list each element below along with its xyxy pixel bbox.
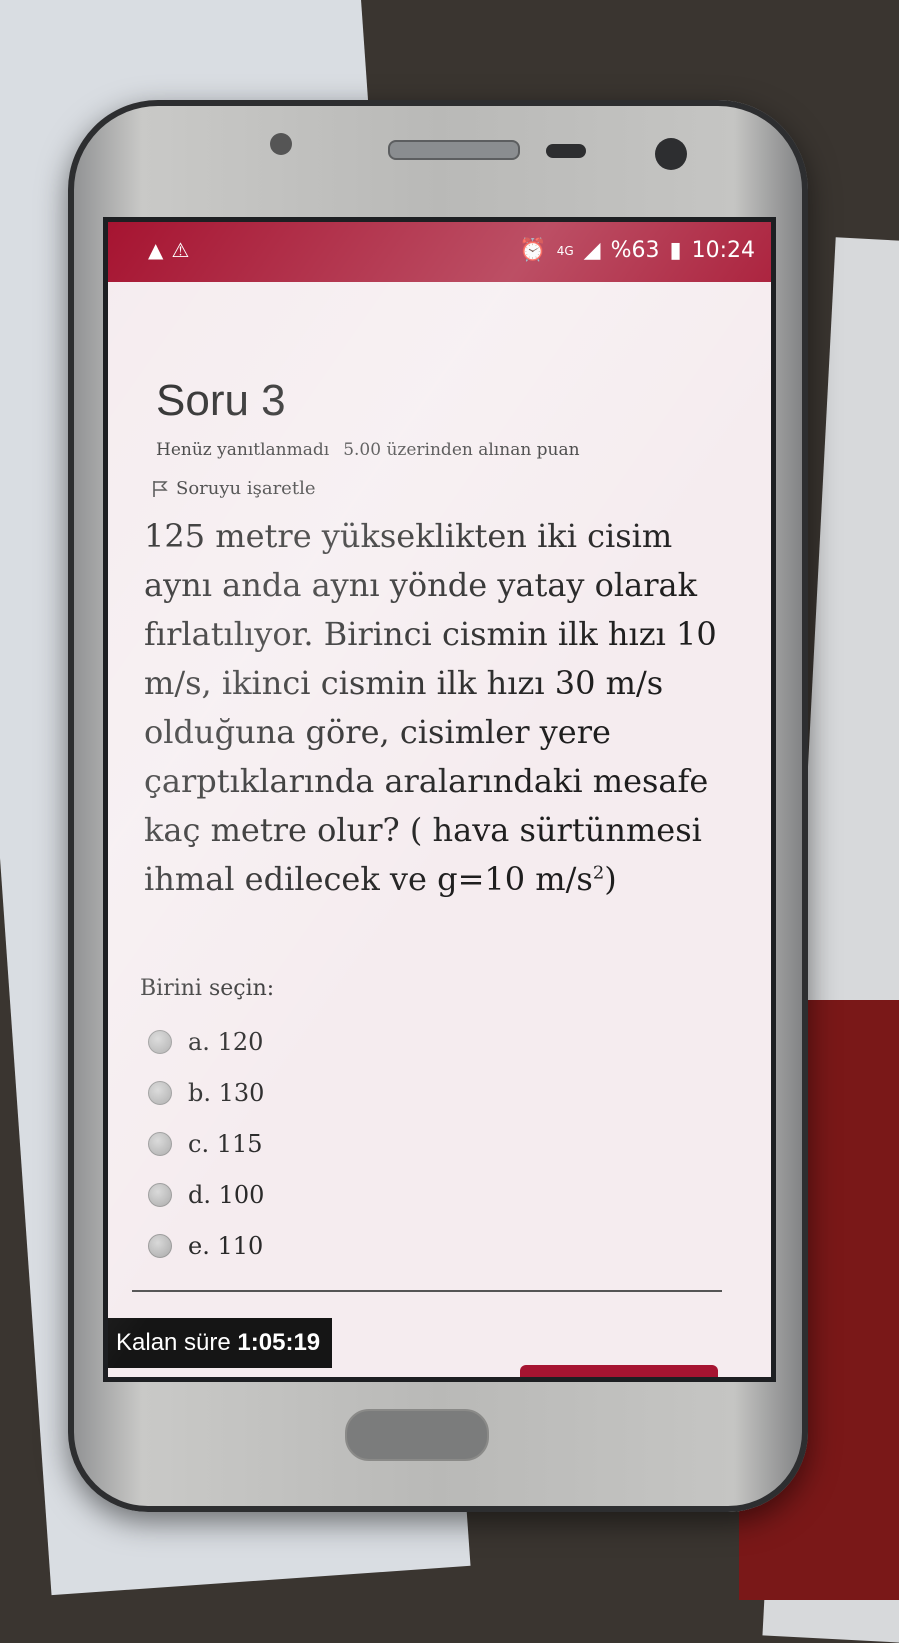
question-body: 125 metre yükseklikten iki cisim aynı an…	[144, 517, 717, 898]
radio-button[interactable]	[148, 1131, 172, 1156]
question-superscript: 2	[592, 862, 605, 884]
alarm-icon: ⏰	[519, 237, 547, 263]
answer-option-c[interactable]: c. 115	[148, 1118, 264, 1169]
signal-icon: ◢	[583, 237, 601, 263]
radio-button[interactable]	[148, 1233, 172, 1258]
option-label: c. 115	[188, 1129, 263, 1158]
timer-label: Kalan süre	[116, 1329, 231, 1356]
front-camera-icon	[270, 133, 292, 155]
option-label: d. 100	[188, 1180, 265, 1209]
radio-button[interactable]	[148, 1029, 172, 1054]
option-label: b. 130	[188, 1078, 265, 1107]
flag-icon	[153, 480, 168, 497]
warning-icon: ⚠	[171, 238, 190, 262]
answer-option-b[interactable]: b. 130	[148, 1067, 264, 1118]
question-text: 125 metre yükseklikten iki cisim aynı an…	[144, 512, 744, 904]
answer-option-a[interactable]: a. 120	[148, 1016, 264, 1067]
answer-options: a. 120 b. 130 c. 115 d. 100 e. 110	[148, 1016, 264, 1271]
question-title: Soru 3	[156, 376, 286, 425]
question-info: Henüz yanıtlanmadı 5.00 üzerinden alınan …	[156, 440, 580, 460]
question-points: 5.00 üzerinden alınan puan	[343, 440, 580, 460]
status-bar: ▲ ⚠ ⏰ 4G ◢ %63 ▮ 10:24	[108, 222, 771, 282]
answer-prompt: Birini seçin:	[140, 976, 275, 1001]
option-label: a. 120	[188, 1027, 264, 1056]
camera-lens-icon	[655, 138, 687, 170]
earpiece-speaker	[388, 140, 520, 160]
radio-button[interactable]	[148, 1182, 172, 1207]
status-right: ⏰ 4G ◢ %63 ▮ 10:24	[519, 238, 755, 263]
battery-icon: ▮	[669, 237, 682, 263]
network-type: 4G	[556, 243, 574, 258]
next-page-button[interactable]	[520, 1365, 718, 1377]
divider	[132, 1290, 722, 1292]
phone-screen: ▲ ⚠ ⏰ 4G ◢ %63 ▮ 10:24 Soru 3 Henüz yanı…	[108, 222, 771, 1377]
battery-percent: %63	[610, 238, 660, 263]
answer-option-e[interactable]: e. 110	[148, 1220, 264, 1271]
flag-question-label: Soruyu işaretle	[176, 478, 316, 499]
question-status: Henüz yanıtlanmadı	[156, 440, 330, 460]
flag-question-link[interactable]: Soruyu işaretle	[152, 478, 315, 499]
radio-button[interactable]	[148, 1080, 172, 1105]
bag-icon: ▲	[148, 238, 164, 262]
sensor-icon	[546, 144, 586, 158]
clock: 10:24	[691, 238, 755, 263]
answer-option-d[interactable]: d. 100	[148, 1169, 264, 1220]
timer-value: 1:05:19	[237, 1329, 321, 1356]
status-left-icons: ▲ ⚠	[148, 240, 189, 260]
option-label: e. 110	[188, 1231, 264, 1260]
home-button[interactable]	[345, 1409, 489, 1461]
question-body-end: )	[604, 860, 617, 898]
time-remaining: Kalan süre 1:05:19	[108, 1318, 333, 1368]
